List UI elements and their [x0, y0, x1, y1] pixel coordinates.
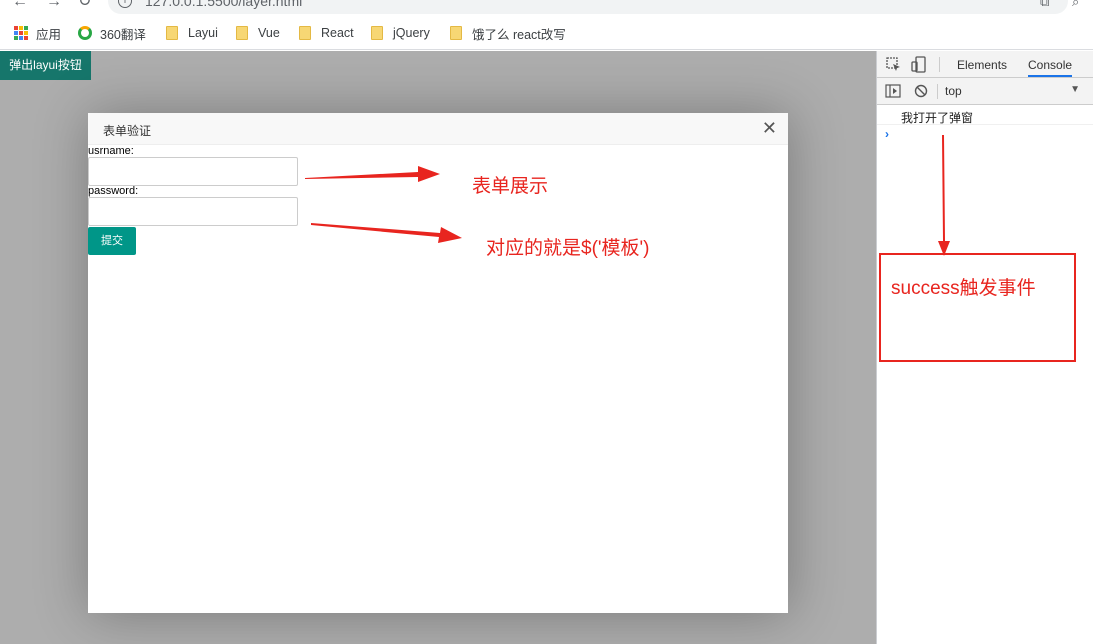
browser-toolbar: ← → ↻ i 127.0.0.1:5500/layer.html ⧉ ⌕	[0, 0, 1093, 16]
url-text[interactable]: 127.0.0.1:5500/layer.html	[145, 0, 302, 9]
arrow-to-success-note	[938, 135, 950, 256]
arrow-to-form-label	[305, 166, 440, 182]
page-viewport: 弹出layui按钮 表单验证 ✕ usrname: password: 提交 表…	[0, 51, 876, 644]
bookmark-jquery[interactable]: jQuery	[371, 24, 430, 42]
bookmark-label: Layui	[188, 26, 218, 40]
translate-icon[interactable]: ⧉	[1040, 0, 1049, 10]
forward-arrow-icon[interactable]: →	[46, 0, 62, 10]
folder-icon	[299, 26, 311, 40]
bookmark-360-translate[interactable]: 360翻译	[78, 24, 146, 42]
bookmark-eleme-react[interactable]: 饿了么 react改写	[450, 24, 566, 42]
apps-grid-icon	[14, 26, 28, 40]
search-icon[interactable]: ⌕	[1072, 0, 1079, 10]
annotation-form-display: 表单展示	[472, 176, 549, 197]
folder-icon	[450, 26, 462, 40]
bookmarks-bar: 应用 360翻译 Layui Vue React jQuery 饿了么 reac…	[0, 16, 1093, 50]
bookmark-label: React	[321, 26, 354, 40]
bookmark-label: 饿了么 react改写	[472, 27, 566, 42]
bookmark-layui[interactable]: Layui	[166, 24, 218, 42]
reload-icon[interactable]: ↻	[78, 0, 91, 10]
annotation-success: success触发事件	[891, 278, 1036, 299]
bookmark-react[interactable]: React	[299, 24, 354, 42]
bookmark-apps[interactable]: 应用	[14, 24, 61, 42]
annotation-template: 对应的就是$('模板')	[486, 238, 650, 259]
devtools-panel: Elements Console top ▼ 我打开了弹窗 › success触…	[876, 51, 1093, 644]
arrow-to-template-label	[311, 223, 462, 243]
bookmark-vue[interactable]: Vue	[236, 24, 280, 42]
back-arrow-icon[interactable]: ←	[12, 0, 28, 10]
annotation-arrows	[305, 166, 462, 243]
bookmark-label: 应用	[36, 27, 62, 42]
bookmark-label: jQuery	[393, 26, 430, 40]
folder-icon	[166, 26, 178, 40]
bookmark-label: 360翻译	[100, 27, 146, 42]
bookmark-label: Vue	[258, 26, 280, 40]
annotation-box	[879, 253, 1076, 362]
folder-icon	[371, 26, 383, 40]
folder-icon	[236, 26, 248, 40]
360-logo-icon	[78, 26, 92, 40]
